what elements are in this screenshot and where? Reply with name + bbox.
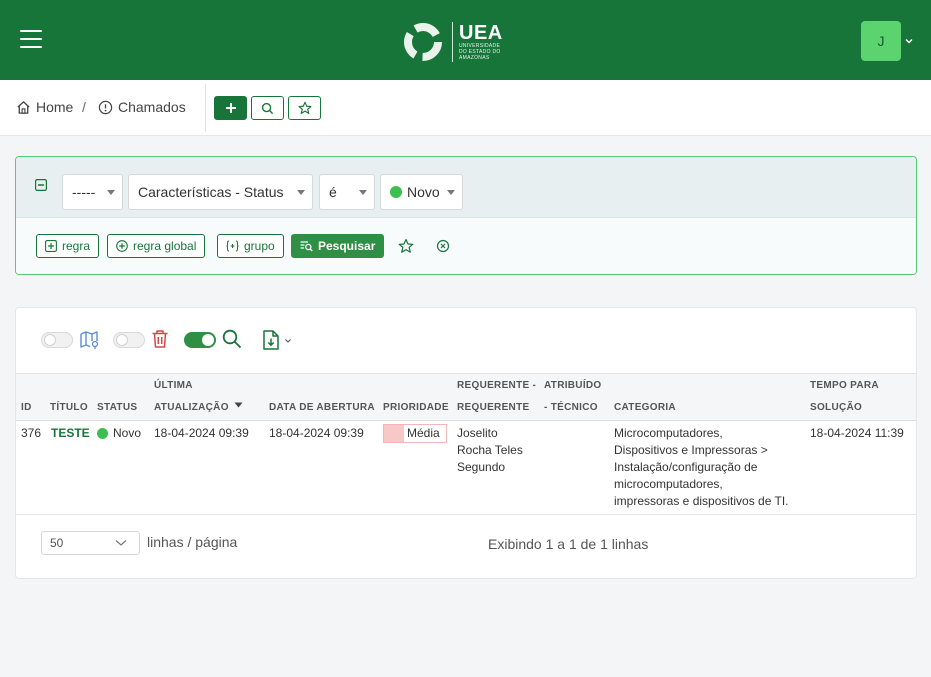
export-file-icon[interactable] (262, 330, 280, 350)
chevron-down-icon[interactable] (284, 337, 292, 345)
rows-per-page-select[interactable]: 50 (41, 531, 140, 555)
breadcrumb-home-label: Home (36, 99, 74, 115)
status-value: Novo (407, 184, 440, 200)
breadcrumb: Home / Chamados (0, 80, 931, 136)
pagination-info: Exibindo 1 a 1 de 1 linhas (488, 536, 649, 552)
breadcrumb-separator: / (82, 99, 86, 115)
cell-tempo-solucao: 18-04-2024 11:39 (810, 426, 904, 440)
collapse-icon[interactable] (35, 179, 47, 191)
star-icon (297, 101, 312, 114)
logo-subtitle-3: AMAZONAS (459, 55, 490, 61)
cell-data-abertura: 18-04-2024 09:39 (269, 426, 364, 440)
caret-down-icon (447, 190, 455, 195)
field-select[interactable]: Características - Status (128, 174, 313, 210)
cell-categoria: Microcomputadores, Dispositivos e Impres… (614, 426, 789, 508)
circle-plus-icon (116, 240, 128, 252)
chevron-down-icon (115, 540, 127, 546)
add-rule-button[interactable]: regra (36, 234, 100, 258)
logo-title: UEA (459, 22, 503, 44)
uea-logo-mark-icon (404, 23, 442, 61)
col-tecnico-line1[interactable]: ATRIBUÍDO (544, 375, 602, 397)
rows-per-page-label: linhas / página (147, 534, 238, 550)
top-header: UEA UNIVERSIDADE DO ESTADO DO AMAZONAS J (0, 0, 931, 80)
list-search-icon (300, 241, 313, 252)
star-icon[interactable] (398, 238, 414, 254)
caret-down-icon (107, 190, 115, 195)
col-data-abertura[interactable]: DATA DE ABERTURA (269, 397, 375, 419)
favorite-button[interactable] (288, 96, 321, 120)
caret-down-icon (297, 190, 305, 195)
clear-circle-icon[interactable] (435, 238, 451, 254)
toolbar-divider (205, 84, 206, 132)
map-toggle[interactable] (41, 332, 73, 348)
col-prioridade[interactable]: PRIORIDADE (383, 397, 449, 419)
search-criteria-panel: ----- Características - Status é Novo re… (15, 156, 917, 275)
breadcrumb-chamados-label: Chamados (118, 99, 186, 115)
trash-icon[interactable] (151, 329, 169, 349)
status-value-select[interactable]: Novo (380, 174, 463, 210)
col-requerente-line2[interactable]: REQUERENTE (457, 397, 529, 419)
criteria-row: ----- Características - Status é Novo (16, 157, 916, 218)
col-requerente-line1[interactable]: REQUERENTE - (457, 375, 536, 397)
col-titulo[interactable]: TÍTULO (50, 397, 88, 419)
uea-logo[interactable]: UEA UNIVERSIDADE DO ESTADO DO AMAZONAS (402, 20, 503, 64)
search-icon[interactable] (221, 328, 243, 350)
status-dot-icon (97, 428, 108, 439)
map-pin-icon[interactable] (79, 329, 101, 351)
search-submit-label: Pesquisar (318, 239, 376, 253)
search-submit-button[interactable]: Pesquisar (291, 234, 385, 258)
col-id[interactable]: ID (21, 397, 32, 419)
sort-desc-icon (234, 402, 243, 408)
row-divider (16, 514, 916, 515)
cell-ultima-atualizacao: 18-04-2024 09:39 (154, 426, 249, 440)
braces-plus-icon (226, 240, 239, 252)
logo-separator (452, 22, 453, 62)
table-header: ID TÍTULO STATUS ÚLTIMA ATUALIZAÇÃO DATA… (16, 373, 916, 421)
add-rule-label: regra (62, 239, 91, 253)
comparison-value: é (329, 184, 337, 200)
square-plus-icon (45, 240, 57, 252)
cell-requerente[interactable]: Joselito Rocha Teles Segundo (457, 425, 523, 476)
add-global-rule-button[interactable]: regra global (107, 234, 206, 258)
logic-operator-value: ----- (72, 184, 96, 200)
status-dot-icon (390, 186, 402, 198)
menu-icon[interactable] (20, 30, 42, 48)
criteria-actions: regra regra global grupo Pesquisar (16, 218, 916, 274)
col-ultima-line1[interactable]: ÚLTIMA (154, 375, 193, 397)
add-group-button[interactable]: grupo (217, 234, 284, 258)
priority-label: Média (407, 426, 440, 440)
add-ticket-button[interactable] (214, 96, 247, 120)
field-value: Características - Status (138, 184, 284, 200)
tickets-table-card: ID TÍTULO STATUS ÚLTIMA ATUALIZAÇÃO DATA… (15, 307, 917, 579)
col-tecnico-line2[interactable]: - TÉCNICO (544, 397, 598, 419)
col-tempo-line2[interactable]: SOLUÇÃO (810, 397, 862, 419)
add-global-rule-label: regra global (133, 239, 197, 253)
add-group-label: grupo (244, 239, 275, 253)
priority-badge: Média (383, 424, 447, 443)
breadcrumb-home[interactable]: Home (16, 99, 73, 115)
logic-operator-select[interactable]: ----- (62, 174, 123, 210)
search-button[interactable] (251, 96, 284, 120)
home-icon (17, 100, 30, 114)
priority-swatch (384, 425, 404, 442)
rows-per-page-value: 50 (50, 536, 64, 550)
delete-toggle[interactable] (113, 332, 145, 348)
breadcrumb-chamados[interactable]: Chamados (98, 99, 186, 115)
col-status[interactable]: STATUS (97, 397, 137, 419)
search-toggle[interactable] (184, 332, 216, 348)
alert-circle-icon (98, 100, 113, 114)
cell-id: 376 (21, 426, 42, 440)
caret-down-icon (359, 190, 367, 195)
cell-status: Novo (97, 425, 141, 442)
col-categoria[interactable]: CATEGORIA (614, 397, 676, 419)
user-avatar[interactable]: J (861, 21, 901, 61)
cell-titulo-link[interactable]: TESTE (51, 425, 90, 442)
search-icon (261, 102, 274, 114)
col-tempo-line1[interactable]: TEMPO PARA (810, 375, 879, 397)
comparison-select[interactable]: é (319, 174, 375, 210)
col-ultima-line2[interactable]: ATUALIZAÇÃO (154, 397, 243, 419)
plus-icon (225, 103, 236, 113)
chevron-down-icon[interactable] (904, 36, 914, 46)
